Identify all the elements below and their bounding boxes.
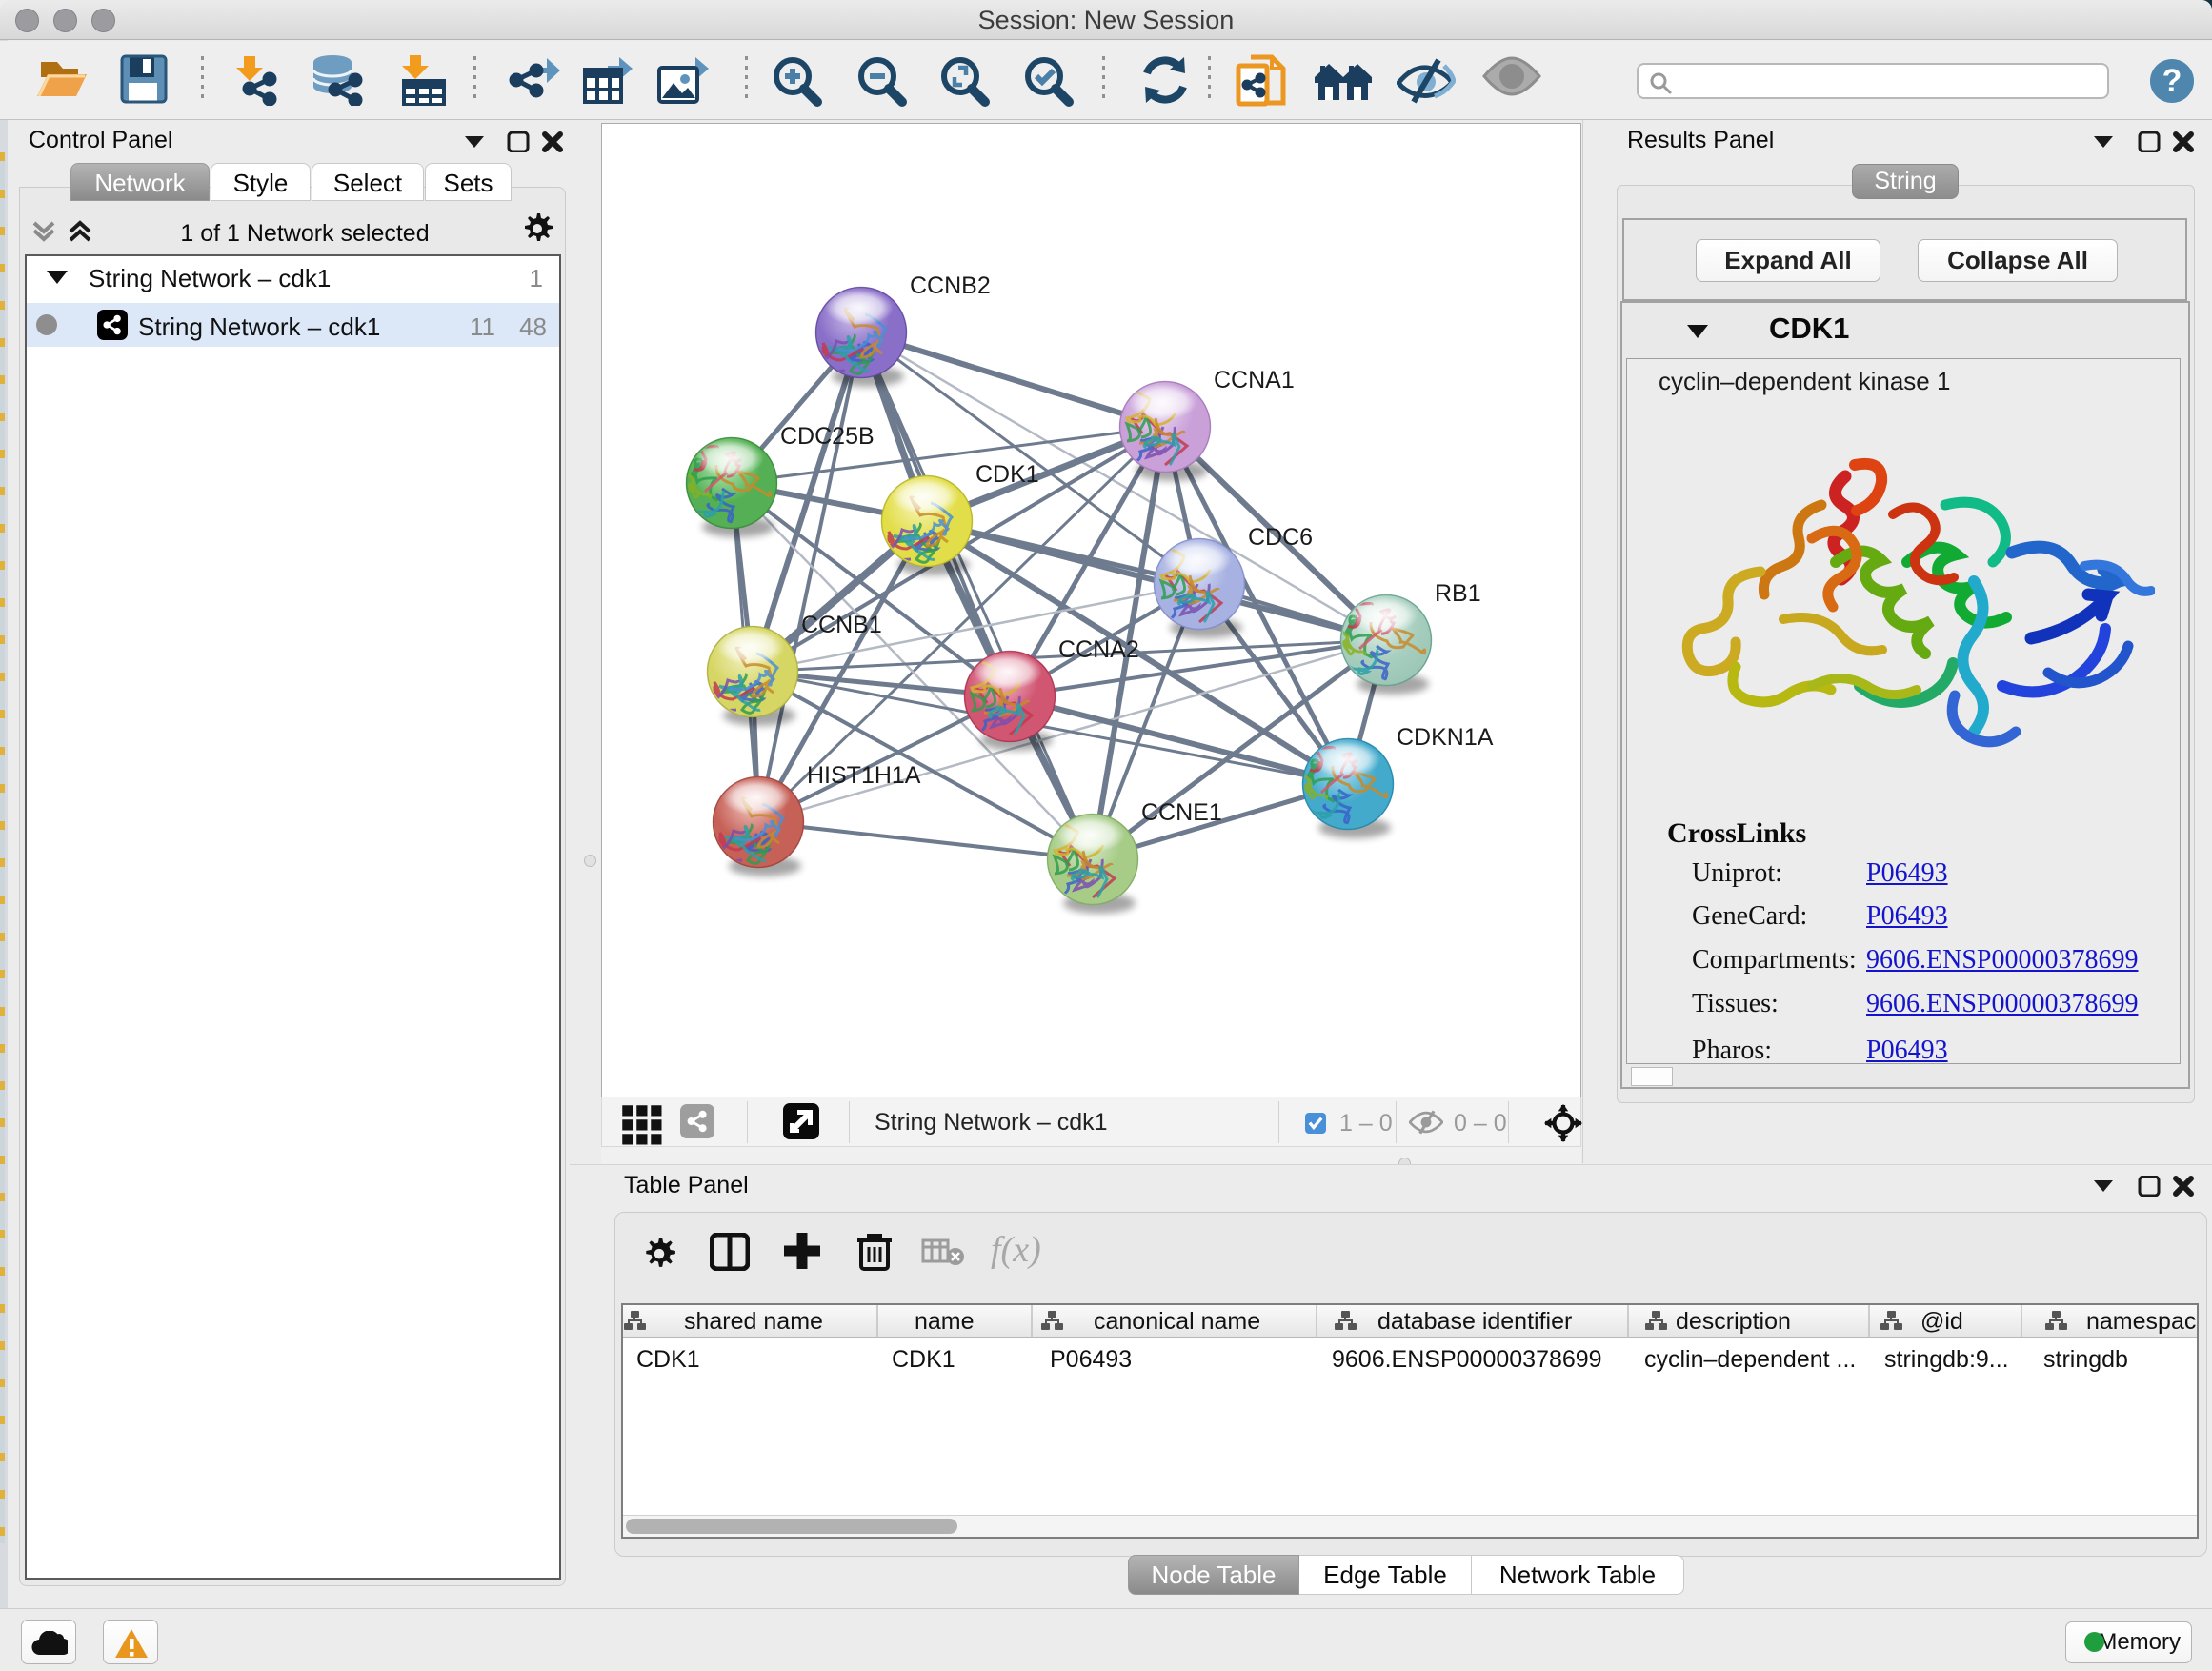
svg-text:description: description bbox=[1676, 1308, 1791, 1335]
svg-text:name: name bbox=[915, 1308, 975, 1335]
svg-text:CDC25B: CDC25B bbox=[780, 423, 875, 450]
svg-text:CDC6: CDC6 bbox=[1248, 524, 1313, 551]
svg-text:CDKN1A: CDKN1A bbox=[1397, 724, 1494, 751]
svg-text:canonical name: canonical name bbox=[1094, 1308, 1260, 1335]
svg-text:database identifier: database identifier bbox=[1377, 1308, 1572, 1335]
svg-text:CCNE1: CCNE1 bbox=[1141, 799, 1222, 826]
svg-text:CDK1: CDK1 bbox=[975, 461, 1039, 488]
svg-text:CCNB1: CCNB1 bbox=[801, 612, 882, 638]
svg-text:shared name: shared name bbox=[684, 1308, 823, 1335]
svg-text:CCNA2: CCNA2 bbox=[1058, 636, 1139, 663]
svg-text:CCNB2: CCNB2 bbox=[910, 272, 991, 299]
svg-text:CCNA1: CCNA1 bbox=[1214, 367, 1295, 393]
svg-text:RB1: RB1 bbox=[1435, 580, 1481, 607]
svg-text:@id: @id bbox=[1920, 1308, 1963, 1335]
svg-text:HIST1H1A: HIST1H1A bbox=[807, 762, 921, 789]
svg-text:namespac: namespac bbox=[2086, 1308, 2196, 1335]
